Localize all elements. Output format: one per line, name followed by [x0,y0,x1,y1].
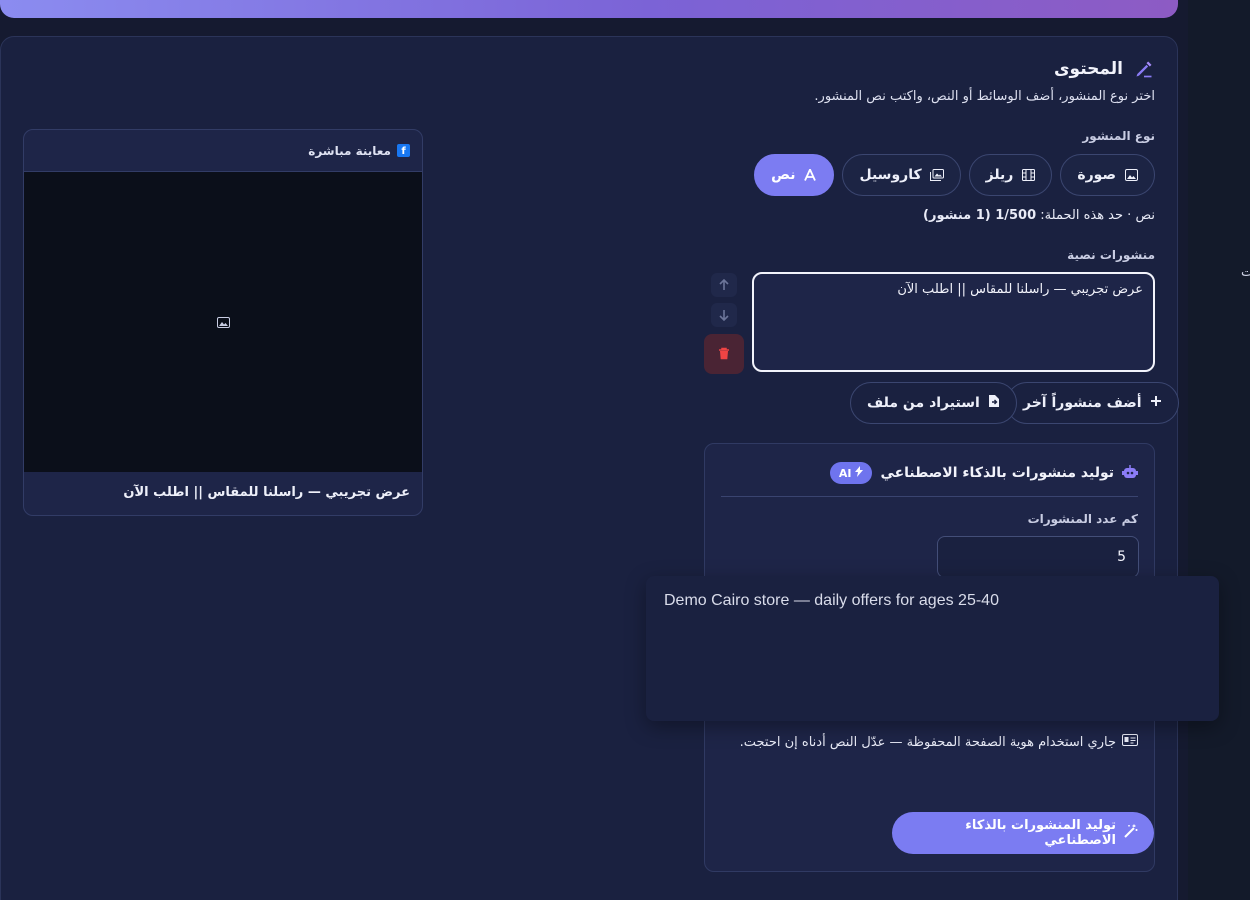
brand-identity-text: جاري استخدام هوية الصفحة المحفوظة — عدّل… [739,734,1116,750]
image-icon [1124,168,1138,182]
ai-badge-text: AI [838,466,852,480]
preview-media-placeholder [24,172,422,472]
post-count-input[interactable]: 5 [937,536,1139,578]
section-header: المحتوى [1054,58,1155,80]
pen-icon [1133,58,1155,80]
facebook-icon: f [397,144,410,157]
ai-panel-divider [721,496,1138,497]
post-type-carousel-button[interactable]: كاروسيل [842,154,961,196]
preview-title: معاينة مباشرة [308,143,391,158]
image-placeholder-icon [216,313,230,332]
film-icon [1021,168,1035,182]
campaign-limit: نص · حد هذه الحملة: 1/500 (1 منشور) [923,208,1155,223]
post-type-text-label: نص [771,167,796,183]
brand-identity-note: جاري استخدام هوية الصفحة المحفوظة — عدّل… [740,734,1138,750]
id-card-icon [1122,734,1138,750]
post-type-image-label: صورة [1077,167,1116,183]
ai-badge: AI [829,462,873,484]
add-post-label: أضف منشوراً آخر [1023,395,1142,411]
campaign-limit-prefix: نص · حد هذه الحملة: [1040,208,1155,223]
trash-icon [718,345,730,364]
sidebar-text-fragment: ت [1241,265,1250,280]
text-icon [803,168,817,182]
preview-header: f معاينة مباشرة [24,130,422,172]
text-post-input[interactable]: عرض تجريبي — راسلنا للمقاس || اطلب الآن [752,272,1155,372]
post-type-reels-button[interactable]: ريلز [968,154,1053,196]
post-type-selector: صورة ريلز كاروسيل نص [754,154,1155,196]
section-subtitle: اختر نوع المنشور، أضف الوسائط أو النص، و… [814,89,1155,104]
post-type-carousel-label: كاروسيل [859,167,922,183]
campaign-limit-value: 1/500 (1 منشور) [923,208,1037,223]
arrow-up-icon [718,276,730,295]
robot-icon [1122,464,1138,483]
import-file-button[interactable]: استيراد من ملف [850,382,1017,424]
right-sidebar [1188,0,1250,900]
post-type-label: نوع المنشور [1082,129,1155,143]
arrow-down-icon [718,306,730,325]
preview-caption: عرض تجريبي — راسلنا للمقاس || اطلب الآن [123,485,410,500]
import-file-label: استيراد من ملف [867,395,980,411]
file-import-icon [988,394,1000,412]
post-type-text-button[interactable]: نص [754,154,835,196]
tooltip-text: Demo Cairo store — daily offers for ages… [664,592,999,609]
add-post-button[interactable]: أضف منشوراً آخر [1006,382,1179,424]
post-type-image-button[interactable]: صورة [1060,154,1155,196]
section-title: المحتوى [1053,59,1123,79]
ai-panel-title: توليد منشورات بالذكاء الاصطناعي [880,465,1114,481]
images-icon [929,168,944,182]
text-posts-label: منشورات نصية [1067,248,1155,262]
post-count-label: كم عدد المنشورات [1027,512,1138,526]
bolt-icon [855,466,864,480]
plus-icon [1150,395,1162,411]
top-banner [0,0,1178,18]
move-down-button[interactable] [711,303,737,327]
live-preview-panel: f معاينة مباشرة عرض تجريبي — راسلنا للمق… [23,129,423,516]
autocomplete-tooltip: Demo Cairo store — daily offers for ages… [646,576,1219,721]
post-type-reels-label: ريلز [985,167,1014,183]
move-up-button[interactable] [711,273,737,297]
generate-ai-posts-button[interactable]: توليد المنشورات بالذكاء الاصطناعي [892,812,1154,854]
magic-wand-icon [1124,824,1138,842]
generate-ai-posts-label: توليد المنشورات بالذكاء الاصطناعي [965,818,1116,848]
delete-post-button[interactable] [704,334,744,374]
ai-panel-header: توليد منشورات بالذكاء الاصطناعي AI [829,462,1138,484]
